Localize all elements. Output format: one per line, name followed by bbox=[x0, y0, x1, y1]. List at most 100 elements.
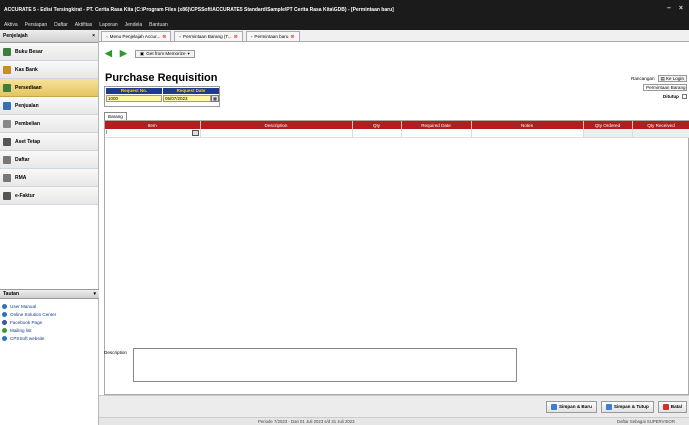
asset-icon bbox=[3, 137, 11, 146]
forward-arrow-icon[interactable]: ▶ bbox=[120, 48, 127, 59]
sidebar-item-label: Penjualan bbox=[15, 102, 39, 109]
link-icon bbox=[2, 319, 7, 325]
links-header: Tautan ▾ bbox=[0, 289, 99, 299]
tab-label: Permintaan Barang (T... bbox=[183, 34, 232, 39]
sidebar-item-label: Pembelian bbox=[15, 120, 41, 127]
rancangan-row: Rancangan ▤ Ke Login bbox=[615, 74, 687, 83]
calendar-icon[interactable]: ▦ bbox=[211, 95, 219, 102]
request-date-input[interactable]: 05/07/2023 bbox=[163, 95, 211, 102]
window-controls: – × bbox=[667, 5, 683, 12]
tab-permintaan-barang[interactable]: ▫ Permintaan Barang (T... ⊗ bbox=[174, 31, 243, 41]
menu-bar: Aktiva Persiapan Daftar Aktifitas Lapora… bbox=[0, 20, 689, 30]
save-new-button[interactable]: Simpan & Baru bbox=[545, 400, 597, 413]
list-icon bbox=[3, 155, 11, 164]
col-qty-received[interactable]: Qty Received bbox=[632, 121, 689, 129]
sidebar-item-persediaan[interactable]: Persediaan bbox=[0, 79, 98, 97]
item-cell[interactable]: | bbox=[105, 129, 201, 138]
col-qty[interactable]: Qty bbox=[352, 121, 402, 129]
tab-permintaan-baru[interactable]: ▫ Permintaan baru ⊗ bbox=[245, 31, 300, 41]
sidebar-item-label: Kas Bank bbox=[15, 66, 38, 73]
sidebar-item-penjualan[interactable]: Penjualan bbox=[0, 97, 98, 115]
ke-login-button[interactable]: ▤ Ke Login bbox=[657, 75, 687, 82]
sidebar-item-rma[interactable]: RMA bbox=[0, 169, 98, 187]
ledger-icon bbox=[3, 47, 11, 56]
back-arrow-icon[interactable]: ◀ bbox=[105, 48, 112, 59]
sidebar-item-daftar[interactable]: Daftar bbox=[0, 151, 98, 169]
ditutup-row: Ditutup bbox=[615, 92, 687, 101]
menu-jendela[interactable]: Jendela bbox=[125, 22, 143, 28]
links-collapse-icon[interactable]: ▾ bbox=[93, 291, 96, 297]
sidebar-item-label: RMA bbox=[15, 174, 27, 181]
link-cpssoft-website[interactable]: CPSSoft website bbox=[2, 334, 98, 342]
cancel-button[interactable]: Batal bbox=[657, 400, 687, 413]
sidebar-nav: Buku Besar Kas Bank Persediaan Penjualan Pem… bbox=[0, 43, 98, 205]
status-period: Periode 7/2023 - Dari 01 Juli 2023 s/d 3… bbox=[258, 419, 355, 424]
qty-received-cell bbox=[632, 129, 689, 138]
purchase-icon bbox=[3, 119, 11, 128]
col-qty-ordered[interactable]: Qty Ordered bbox=[583, 121, 633, 129]
item-lookup-button[interactable] bbox=[191, 130, 199, 137]
minimize-button[interactable]: – bbox=[667, 5, 671, 12]
save-close-button[interactable]: Simpan & Tutup bbox=[600, 400, 654, 413]
tab-doc-icon: ▫ bbox=[179, 34, 182, 39]
required-date-cell[interactable] bbox=[401, 129, 472, 138]
menu-aktiva[interactable]: Aktiva bbox=[4, 22, 18, 28]
form-content: Purchase Requisition Request No. Request… bbox=[99, 60, 689, 395]
menu-laporan[interactable]: Laporan bbox=[99, 22, 117, 28]
save-new-icon bbox=[550, 403, 557, 410]
menu-persiapan[interactable]: Persiapan bbox=[25, 22, 48, 28]
link-icon bbox=[2, 335, 7, 341]
link-online-solution-center[interactable]: Online Solution Center bbox=[2, 310, 98, 318]
links-list: User Manual Online Solution Center Faceboo… bbox=[2, 302, 98, 342]
sidebar-item-buku-besar[interactable]: Buku Besar bbox=[0, 43, 98, 61]
tab-close-icon[interactable]: ⊗ bbox=[290, 34, 294, 40]
tab-menu-penjelajah[interactable]: ▫ Menu Penjelajah Accur... ⊗ bbox=[101, 31, 172, 41]
description-textarea[interactable] bbox=[133, 348, 517, 382]
subtab-barang[interactable]: Barang bbox=[104, 112, 127, 120]
menu-daftar[interactable]: Daftar bbox=[54, 22, 68, 28]
col-description[interactable]: Description bbox=[200, 121, 353, 129]
link-facebook-page[interactable]: Facebook Page bbox=[2, 318, 98, 326]
menu-bantuan[interactable]: Bantuan bbox=[149, 22, 168, 28]
rancangan-select-row: Permintaan Barang bbox=[615, 83, 687, 92]
col-required-date[interactable]: Required Date bbox=[401, 121, 472, 129]
sidebar-item-label: Buku Besar bbox=[15, 48, 43, 55]
sidebar-title: Penjelajah bbox=[3, 33, 28, 39]
sidebar-item-pembelian[interactable]: Pembelian bbox=[0, 115, 98, 133]
cancel-icon bbox=[662, 403, 669, 410]
tab-close-icon[interactable]: ⊗ bbox=[162, 34, 166, 40]
memorize-button[interactable]: ▣ Get from Memorize ▾ bbox=[134, 49, 195, 58]
tab-close-icon[interactable]: ⊗ bbox=[234, 34, 238, 40]
request-no-input[interactable]: 1000 bbox=[106, 95, 162, 102]
tab-label: Permintaan baru bbox=[254, 34, 289, 39]
sidebar-item-e-faktur[interactable]: e-Faktur bbox=[0, 187, 98, 205]
memorize-icon: ▣ bbox=[139, 50, 145, 56]
link-user-manual[interactable]: User Manual bbox=[2, 302, 98, 310]
status-user: Daftar Sebagai SUPERVISOR bbox=[617, 419, 675, 424]
close-button[interactable]: × bbox=[679, 5, 683, 12]
links-title: Tautan bbox=[3, 291, 20, 297]
description-label: Description bbox=[104, 350, 127, 355]
save-new-label: Simpan & Baru bbox=[558, 404, 592, 409]
menu-aktifitas[interactable]: Aktifitas bbox=[75, 22, 93, 28]
link-mailing-list[interactable]: Mailing list bbox=[2, 326, 98, 334]
ditutup-checkbox[interactable] bbox=[682, 94, 687, 99]
right-panel: Rancangan ▤ Ke Login Permintaan Barang Di… bbox=[615, 74, 687, 101]
link-label: Facebook Page bbox=[10, 319, 43, 325]
sidebar-item-label: Persediaan bbox=[15, 84, 42, 91]
grid-header-row: Item Description Qty Required Date Notes… bbox=[105, 121, 689, 129]
sidebar-header: Penjelajah × bbox=[0, 30, 98, 43]
col-notes[interactable]: Notes bbox=[471, 121, 584, 129]
sidebar-item-kas-bank[interactable]: Kas Bank bbox=[0, 61, 98, 79]
link-label: Mailing list bbox=[10, 327, 32, 333]
qty-cell[interactable] bbox=[352, 129, 402, 138]
sidebar-item-aset-tetap[interactable]: Aset Tetap bbox=[0, 133, 98, 151]
rancangan-select[interactable]: Permintaan Barang bbox=[643, 84, 687, 91]
notes-cell[interactable] bbox=[471, 129, 584, 138]
sidebar-close-icon[interactable]: × bbox=[92, 33, 95, 39]
link-icon bbox=[2, 311, 7, 317]
description-cell[interactable] bbox=[200, 129, 353, 138]
col-item[interactable]: Item bbox=[105, 121, 201, 129]
link-icon bbox=[2, 327, 7, 333]
cancel-label: Batal bbox=[670, 404, 682, 409]
